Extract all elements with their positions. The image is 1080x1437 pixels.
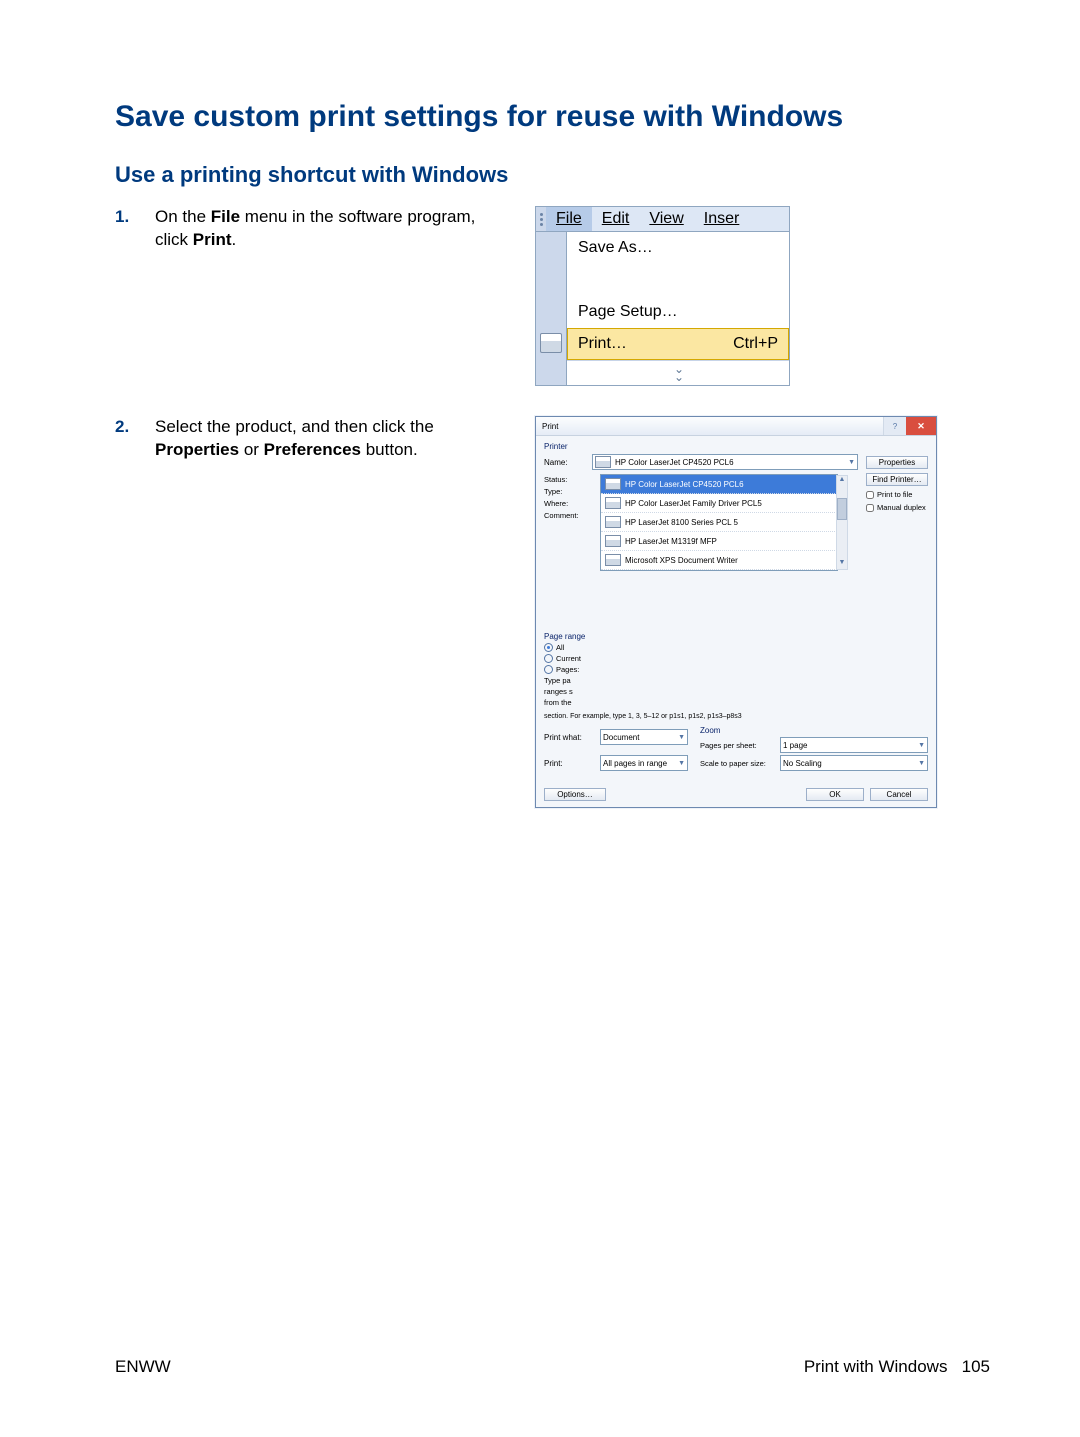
- printer-icon: [595, 456, 611, 468]
- menu-item-print[interactable]: Print… Ctrl+P: [567, 328, 789, 360]
- group-printer: Printer: [544, 442, 928, 451]
- printer-select[interactable]: HP Color LaserJet CP4520 PCL6 ▼: [592, 454, 858, 470]
- scrollbar[interactable]: ▲ ▼: [836, 475, 848, 570]
- footer-right: Print with Windows 105: [804, 1357, 990, 1377]
- printer-dropdown-list[interactable]: HP Color LaserJet CP4520 PCL6 HP Color L…: [600, 474, 838, 571]
- printer-icon: [605, 478, 621, 490]
- group-zoom: Zoom: [700, 726, 928, 735]
- dialog-title: Print: [542, 422, 558, 431]
- properties-button[interactable]: Properties: [866, 456, 928, 469]
- print-to-file-checkbox[interactable]: Print to file: [866, 490, 928, 499]
- label-pages-per-sheet: Pages per sheet:: [700, 741, 774, 750]
- printer-option[interactable]: HP LaserJet 8100 Series PCL 5: [601, 513, 837, 532]
- options-button[interactable]: Options…: [544, 788, 606, 801]
- shortcut-label: Ctrl+P: [733, 335, 778, 353]
- step-number: 1.: [115, 206, 155, 386]
- printer-icon: [540, 333, 562, 353]
- menu-insert[interactable]: Inser: [694, 207, 750, 231]
- manual-duplex-checkbox[interactable]: Manual duplex: [866, 503, 928, 512]
- printer-icon: [605, 535, 621, 547]
- find-printer-button[interactable]: Find Printer…: [866, 473, 928, 486]
- printer-icon: [605, 516, 621, 528]
- menu-file[interactable]: File: [546, 207, 592, 231]
- help-button[interactable]: ?: [883, 417, 906, 435]
- page-range-note: section. For example, type 1, 3, 5–12 or…: [544, 713, 928, 720]
- printer-option[interactable]: HP LaserJet M1319f MFP: [601, 532, 837, 551]
- label-scale: Scale to paper size:: [700, 759, 774, 768]
- figure-print-dialog: Print ? ✕ Printer Name: HP Color LaserJe…: [535, 416, 937, 808]
- printer-option[interactable]: HP Color LaserJet CP4520 PCL6: [601, 475, 837, 494]
- print-what-select[interactable]: Document▼: [600, 729, 688, 745]
- step-body: On the File menu in the software program…: [155, 206, 505, 386]
- label-name: Name:: [544, 458, 586, 467]
- radio-all[interactable]: All: [544, 643, 634, 652]
- step-2: 2. Select the product, and then click th…: [115, 416, 990, 808]
- page-title: Save custom print settings for reuse wit…: [115, 100, 990, 134]
- menu-edit[interactable]: Edit: [592, 207, 640, 231]
- radio-pages[interactable]: Pages:: [544, 665, 634, 674]
- ok-button[interactable]: OK: [806, 788, 864, 801]
- page-footer: ENWW Print with Windows 105: [115, 1357, 990, 1377]
- section-title: Use a printing shortcut with Windows: [115, 162, 990, 188]
- footer-left: ENWW: [115, 1357, 171, 1377]
- printer-option[interactable]: Microsoft XPS Document Writer: [601, 551, 837, 570]
- pages-per-sheet-select[interactable]: 1 page▼: [780, 737, 928, 753]
- scale-select[interactable]: No Scaling▼: [780, 755, 928, 771]
- menu-item-save-as[interactable]: Save As…: [567, 232, 789, 264]
- cancel-button[interactable]: Cancel: [870, 788, 928, 801]
- chevron-down-icon: ▼: [848, 459, 855, 466]
- close-button[interactable]: ✕: [906, 417, 936, 435]
- radio-current[interactable]: Current: [544, 654, 634, 663]
- step-1: 1. On the File menu in the software prog…: [115, 206, 990, 386]
- step-body: Select the product, and then click the P…: [155, 416, 505, 808]
- label-print: Print:: [544, 759, 594, 768]
- group-page-range: Page range: [544, 632, 634, 641]
- menu-item-page-setup[interactable]: Page Setup…: [567, 296, 789, 328]
- step-number: 2.: [115, 416, 155, 808]
- printer-icon: [605, 497, 621, 509]
- print-select[interactable]: All pages in range▼: [600, 755, 688, 771]
- printer-option[interactable]: HP Color LaserJet Family Driver PCL5: [601, 494, 837, 513]
- menu-view[interactable]: View: [639, 207, 693, 231]
- label-print-what: Print what:: [544, 733, 594, 742]
- expand-menu-icon[interactable]: ⌄⌄: [567, 360, 789, 385]
- figure-file-menu: File Edit View Inser Save As… Page Setu: [535, 206, 790, 386]
- printer-icon: [605, 554, 621, 566]
